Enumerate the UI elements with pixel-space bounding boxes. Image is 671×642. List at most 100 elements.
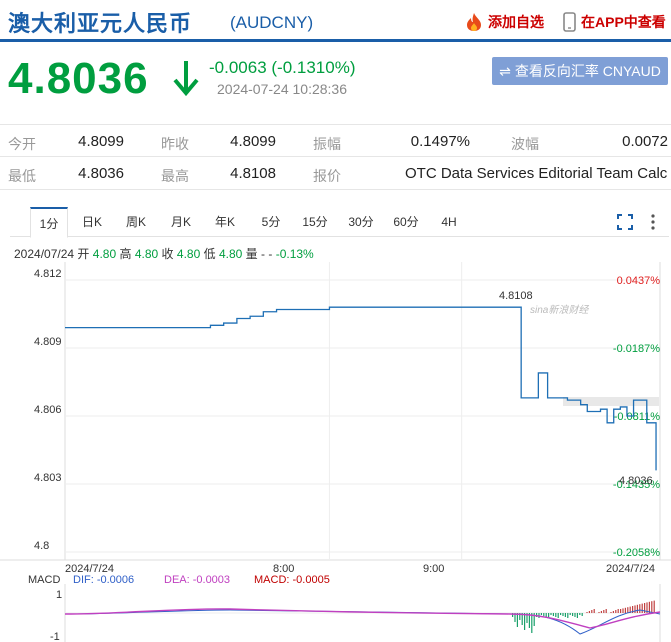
macd-bar [593, 609, 595, 613]
macd-bar [653, 600, 655, 613]
stat-label: 波幅 [511, 136, 539, 152]
ohlc-close-label: 收 [161, 247, 174, 261]
reverse-rate-button[interactable]: ⇌ 查看反向汇率 CNYAUD [492, 57, 668, 85]
ohlc-low: 4.80 [218, 247, 243, 261]
macd-y-bottom: -1 [50, 631, 60, 642]
page-title: 澳大利亚元人民币 [8, 11, 193, 36]
y-tick-label: 4.809 [34, 336, 62, 348]
tab-monthly-k[interactable]: 月K [169, 207, 193, 237]
add-favorite-label: 添加自选 [488, 14, 544, 30]
right-pct-label: -0.0811% [614, 411, 660, 423]
macd-bar [560, 613, 562, 615]
macd-bar [531, 613, 533, 633]
ohlc-close: 4.80 [176, 247, 201, 261]
macd-bar [557, 613, 559, 618]
macd-bar [634, 605, 636, 613]
macd-dea: DEA: -0.0003 [164, 574, 230, 586]
macd-bar [617, 609, 619, 613]
view-in-app-button[interactable]: 在APP中查看 [563, 12, 666, 32]
macd-y-top: 1 [56, 589, 62, 601]
quote-timestamp: 2024-07-24 10:28:36 [217, 81, 347, 97]
ohlc-open-label: 开 [77, 247, 90, 261]
macd-bar [588, 611, 590, 613]
swap-icon: ⇌ [499, 62, 511, 79]
x-tick-label: 9:00 [423, 563, 444, 575]
stat-quote-source: OTC Data Services Editorial Team Calc... [405, 165, 667, 182]
ohlc-low-label: 低 [203, 247, 216, 261]
stat-volatility: 0.0072 [622, 133, 668, 150]
macd-bar [572, 613, 574, 616]
tab-60min[interactable]: 60分 [391, 207, 421, 237]
ohlc-date: 2024/07/24 [14, 247, 75, 261]
stat-label: 最高 [161, 168, 189, 184]
macd-bar [639, 604, 641, 613]
phone-icon [563, 12, 576, 32]
intraday-chart[interactable]: 4.812 4.809 4.806 4.803 4.8 0.0437% -0.0187% -… [0, 262, 671, 642]
chart-period-tabs: 1分 日K 周K 月K 年K 5分 15分 30分 60分 4H [10, 207, 669, 238]
stat-high: 4.8108 [230, 165, 276, 182]
symbol-code: (AUDCNY) [230, 13, 314, 32]
macd-bar [598, 612, 600, 613]
stat-label: 今开 [8, 136, 36, 152]
tab-daily-k[interactable]: 日K [80, 207, 104, 237]
stat-label: 昨收 [161, 136, 189, 152]
ohlc-change: -0.13% [275, 247, 314, 261]
ohlc-volume: - [261, 247, 266, 261]
more-vertical-icon[interactable] [650, 213, 656, 231]
tab-1min[interactable]: 1分 [30, 207, 68, 238]
stat-label: 振幅 [313, 136, 341, 152]
macd-bar [591, 610, 593, 613]
macd-bar [581, 613, 583, 616]
last-price-label: 4.8036 [619, 475, 653, 487]
view-in-app-label: 在APP中查看 [581, 14, 666, 30]
right-pct-label: 0.0437% [617, 275, 661, 287]
macd-bar [555, 613, 557, 617]
stat-label: 报价 [313, 168, 341, 184]
tab-4h[interactable]: 4H [437, 207, 461, 237]
macd-bar [567, 613, 569, 618]
macd-bar [627, 607, 629, 613]
macd-bar [543, 613, 545, 616]
quote-stats-table: 今开 4.8099 昨收 4.8099 振幅 0.1497% 波幅 0.0072… [0, 124, 671, 190]
add-favorite-button[interactable]: 添加自选 [465, 12, 544, 32]
ohlc-info: 2024/07/24 开 4.80 高 4.80 收 4.80 低 4.80 量… [14, 247, 314, 261]
macd-bar [569, 613, 571, 615]
stats-row: 今开 4.8099 昨收 4.8099 振幅 0.1497% 波幅 0.0072 [0, 124, 671, 157]
macd-bar [610, 612, 612, 613]
right-pct-label: -0.2058% [613, 547, 660, 559]
stat-label: 最低 [8, 168, 36, 184]
tab-weekly-k[interactable]: 周K [124, 207, 148, 237]
stat-prev-close: 4.8099 [230, 133, 276, 150]
tab-30min[interactable]: 30分 [346, 207, 376, 237]
macd-bar [612, 611, 614, 613]
macd-title: MACD [28, 574, 60, 586]
macd-bar [564, 613, 566, 617]
price-series-line [65, 306, 657, 471]
macd-bar [540, 613, 542, 615]
right-pct-label: -0.0187% [613, 343, 660, 355]
watermark: sina新浪财经 [530, 304, 589, 316]
flame-icon [467, 13, 481, 31]
down-arrow-icon [173, 61, 199, 97]
fullscreen-icon[interactable] [617, 214, 633, 230]
stats-row: 最低 4.8036 最高 4.8108 报价 OTC Data Services… [0, 157, 671, 190]
tab-yearly-k[interactable]: 年K [213, 207, 237, 237]
high-marker-label: 4.8108 [499, 290, 533, 302]
tab-5min[interactable]: 5分 [259, 207, 283, 237]
macd-bar [615, 610, 617, 613]
macd-bar [545, 613, 547, 617]
stat-amplitude: 0.1497% [410, 133, 470, 150]
stat-open: 4.8099 [78, 133, 124, 150]
macd-bar [576, 613, 578, 618]
ohlc-volume-label: 量 [245, 247, 258, 261]
tab-15min[interactable]: 15分 [300, 207, 330, 237]
current-price: 4.8036 [8, 54, 149, 103]
y-tick-label: 4.806 [34, 404, 62, 416]
reverse-rate-label: 查看反向汇率 CNYAUD [514, 63, 661, 79]
macd-dif: DIF: -0.0006 [73, 574, 134, 586]
range-band [563, 397, 659, 406]
page-header: 澳大利亚元人民币 (AUDCNY) 添加自选 在APP中查看 [0, 0, 671, 42]
macd-bar [600, 611, 602, 613]
macd-bar [622, 608, 624, 613]
macd-bar [586, 612, 588, 613]
